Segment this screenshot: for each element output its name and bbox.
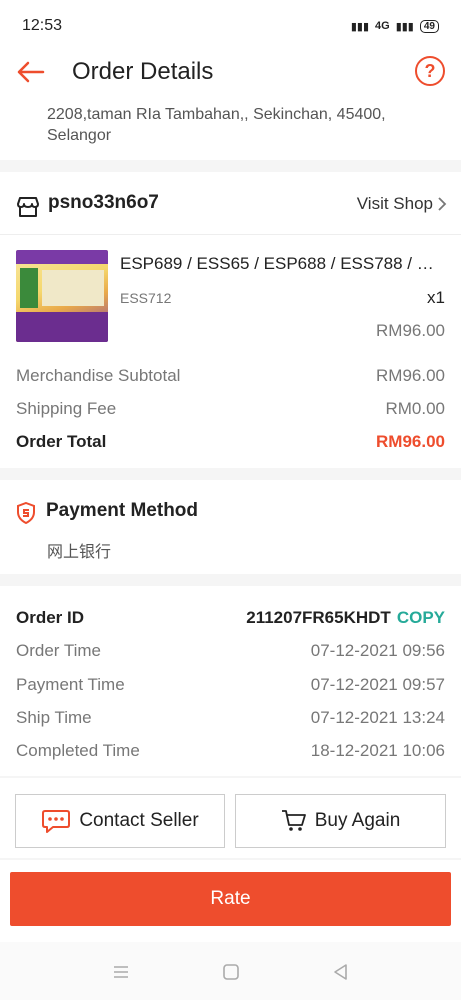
subtotal-label: Merchandise Subtotal	[16, 366, 181, 385]
signal-icon-2: ▮▮▮	[395, 20, 414, 33]
system-nav-bar	[0, 942, 461, 1000]
buy-again-button[interactable]: Buy Again	[235, 794, 446, 848]
total-value: RM96.00	[376, 432, 445, 451]
product-variant: ESS712	[120, 290, 172, 306]
product-quantity: x1	[427, 288, 445, 307]
ship-time-value: 07-12-2021 13:24	[310, 708, 445, 727]
order-time-value: 07-12-2021 09:56	[310, 641, 445, 660]
address-line-2: Selangor	[47, 127, 112, 144]
order-id-label: Order ID	[16, 608, 85, 627]
menu-nav-icon[interactable]	[111, 962, 131, 982]
product-name[interactable]: ESP689 / ESS65 / ESP688 / ESS788 / ESS71…	[120, 254, 445, 274]
payment-shield-icon	[17, 502, 35, 524]
completed-time-row: Completed Time 18-12-2021 10:06	[16, 741, 445, 761]
buy-again-label: Buy Again	[314, 810, 401, 831]
address-line-1: 2208,taman RIa Tambahan,, Sekinchan, 454…	[47, 106, 386, 123]
contact-seller-button[interactable]: Contact Seller	[15, 794, 225, 848]
ship-time-row: Ship Time 07-12-2021 13:24	[16, 708, 445, 728]
product-price: RM96.00	[376, 321, 445, 340]
back-button[interactable]	[0, 44, 60, 100]
rate-button[interactable]: Rate	[10, 872, 451, 926]
signal-icon: ▮▮▮	[350, 20, 370, 33]
delivery-address: 2208,taman RIa Tambahan,, Sekinchan, 454…	[0, 100, 461, 160]
order-details-page: 12:53 ▮▮▮ 4G ▮▮▮ 49 Order Details ? 2208…	[0, 0, 461, 1000]
order-time-label: Order Time	[16, 641, 102, 660]
network-label: 4G	[375, 20, 390, 32]
product-thumbnail[interactable]	[16, 250, 108, 342]
shipping-row: Shipping Fee RM0.00	[16, 399, 445, 419]
payment-title: Payment Method	[46, 500, 199, 521]
rate-section: Rate	[0, 860, 461, 942]
visit-shop-label: Visit Shop	[356, 194, 433, 213]
copy-button[interactable]: COPY	[397, 608, 445, 627]
back-arrow-icon	[17, 61, 45, 83]
order-time-row: Order Time 07-12-2021 09:56	[16, 641, 445, 661]
completed-time-label: Completed Time	[16, 741, 140, 760]
order-id-value: 211207FR65KHDT	[246, 608, 391, 627]
home-nav-icon[interactable]	[221, 962, 241, 982]
header: Order Details ?	[0, 44, 461, 100]
payment-time-value: 07-12-2021 09:57	[310, 675, 445, 694]
payment-card: Payment Method 网上银行	[0, 480, 461, 574]
contact-seller-label: Contact Seller	[79, 810, 199, 831]
chat-icon	[42, 810, 71, 833]
chevron-right-icon	[438, 197, 447, 211]
shop-name[interactable]: psno33n6o7	[48, 192, 159, 214]
action-buttons: Contact Seller Buy Again	[0, 778, 461, 858]
shipping-label: Shipping Fee	[16, 399, 117, 418]
ship-time-label: Ship Time	[16, 708, 92, 727]
subtotal-row: Merchandise Subtotal RM96.00	[16, 366, 445, 386]
order-id-row: Order ID 211207FR65KHDT COPY	[16, 608, 445, 628]
total-label: Order Total	[16, 432, 107, 451]
subtotal-value: RM96.00	[376, 366, 445, 385]
order-info-card: Order ID 211207FR65KHDT COPY Order Time 0…	[0, 586, 461, 776]
page-title: Order Details	[72, 58, 214, 85]
shop-card: psno33n6o7 Visit Shop ESP689 / ESS65 / E…	[0, 172, 461, 468]
divider	[0, 234, 461, 235]
cart-icon	[281, 810, 306, 831]
help-icon[interactable]: ?	[415, 56, 445, 86]
back-nav-icon[interactable]	[331, 962, 351, 982]
battery-icon: 49	[419, 19, 439, 33]
payment-time-label: Payment Time	[16, 675, 125, 694]
payment-method-value: 网上银行	[47, 544, 112, 561]
status-time: 12:53	[22, 17, 63, 34]
shop-icon	[17, 197, 39, 217]
shipping-value: RM0.00	[385, 399, 445, 418]
status-icons: ▮▮▮ 4G ▮▮▮ 49	[350, 19, 439, 33]
total-row: Order Total RM96.00	[16, 432, 445, 452]
visit-shop-link[interactable]: Visit Shop	[357, 194, 447, 214]
payment-time-row: Payment Time 07-12-2021 09:57	[16, 675, 445, 695]
completed-time-value: 18-12-2021 10:06	[310, 741, 445, 760]
